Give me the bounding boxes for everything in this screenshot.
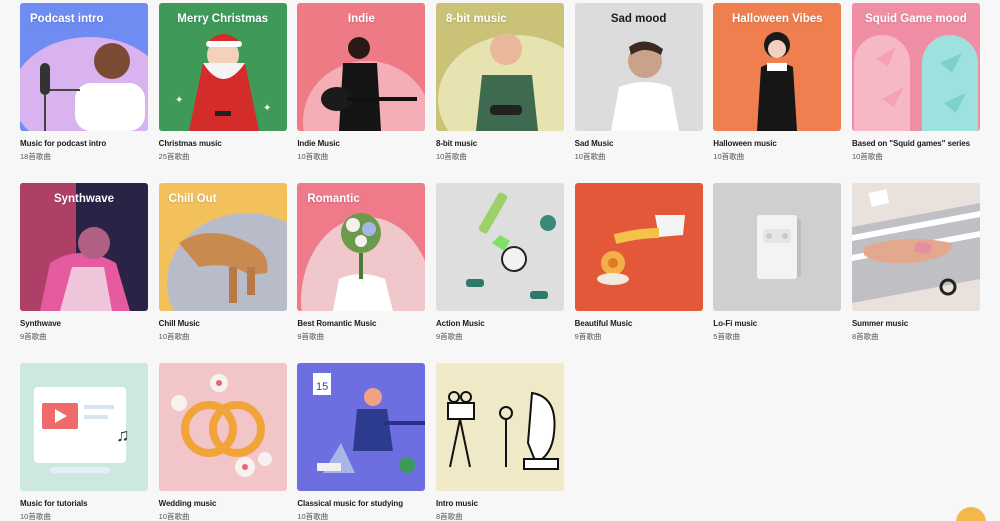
cover-title: Synthwave bbox=[53, 193, 115, 205]
song-count: 5首歌曲 bbox=[713, 332, 740, 341]
playlist-cover[interactable]: 8-bit music bbox=[435, 3, 564, 131]
playlist-card[interactable]: ✦ ✦ Merry Christmas Christmas music 25首歌… bbox=[158, 3, 287, 183]
cover-title: Halloween Vibes bbox=[732, 13, 823, 25]
svg-text:✦: ✦ bbox=[175, 95, 183, 106]
playlist-cover[interactable]: Synthwave bbox=[20, 183, 148, 311]
song-count: 10首歌曲 bbox=[713, 152, 745, 161]
song-count: 8首歌曲 bbox=[851, 332, 879, 341]
playlist-name[interactable]: Music for podcast intro bbox=[20, 139, 148, 148]
song-count: 25首歌曲 bbox=[158, 152, 190, 161]
playlist-card[interactable]: Indie Indie Music 10首歌曲 bbox=[297, 3, 426, 183]
playlist-cover[interactable] bbox=[713, 183, 842, 311]
playlist-name[interactable]: Summer music bbox=[852, 319, 980, 328]
classical-cover-art: 15 bbox=[297, 363, 426, 491]
playlist-name[interactable]: Action Music bbox=[436, 319, 564, 328]
cover-title: Sad mood bbox=[610, 13, 667, 25]
playlist-cover[interactable] bbox=[158, 363, 287, 491]
playlist-name[interactable]: Halloween music bbox=[713, 139, 841, 148]
song-count: 10首歌曲 bbox=[158, 332, 190, 341]
playlist-card[interactable]: Synthwave Synthwave 9首歌曲 bbox=[20, 183, 148, 363]
song-count: 10首歌曲 bbox=[851, 152, 883, 161]
svg-text:♫: ♫ bbox=[116, 425, 130, 445]
playlist-cover[interactable]: Chill Out bbox=[158, 183, 287, 311]
playlist-card[interactable]: Sad mood Sad Music 10首歌曲 bbox=[574, 3, 703, 183]
playlist-card[interactable]: Wedding music 10首歌曲 bbox=[158, 363, 287, 521]
playlist-name[interactable]: Wedding music bbox=[159, 499, 287, 508]
song-count: 8首歌曲 bbox=[435, 512, 463, 521]
playlist-cover[interactable]: 15 bbox=[297, 363, 426, 491]
playlist-grid: Podcast intro Music for podcast intro 18… bbox=[20, 3, 980, 521]
playlist-card[interactable]: ♫ Music for tutorials 10首歌曲 bbox=[20, 363, 148, 521]
playlist-cover[interactable]: Indie bbox=[297, 3, 426, 131]
svg-text:15: 15 bbox=[316, 381, 328, 393]
beautiful-cover-art bbox=[574, 183, 703, 311]
playlist-card[interactable]: Summer music 8首歌曲 bbox=[851, 183, 980, 363]
playlist-cover[interactable]: Sad mood bbox=[574, 3, 703, 131]
song-count: 10首歌曲 bbox=[297, 152, 329, 161]
playlist-card[interactable]: 15 Classical music for studying 10首歌曲 bbox=[297, 363, 426, 521]
playlist-name[interactable]: Chill Music bbox=[159, 319, 287, 328]
cover-title: Podcast intro bbox=[30, 13, 104, 25]
playlist-name[interactable]: Christmas music bbox=[159, 139, 287, 148]
tutorials-cover-art: ♫ bbox=[20, 363, 148, 491]
song-count: 10首歌曲 bbox=[20, 512, 51, 521]
playlist-name[interactable]: Classical music for studying bbox=[297, 499, 425, 508]
playlist-cover[interactable] bbox=[574, 183, 703, 311]
playlist-name[interactable]: Indie Music bbox=[297, 139, 425, 148]
playlist-card[interactable]: Podcast intro Music for podcast intro 18… bbox=[20, 3, 148, 183]
playlist-cover[interactable]: Halloween Vibes bbox=[713, 3, 842, 131]
playlist-name[interactable]: Music for tutorials bbox=[20, 499, 148, 508]
playlist-cover[interactable] bbox=[851, 183, 980, 311]
song-count: 9首歌曲 bbox=[574, 332, 602, 341]
playlist-card[interactable]: Beautiful Music 9首歌曲 bbox=[574, 183, 703, 363]
cover-title: Indie bbox=[347, 13, 375, 25]
playlist-cover[interactable]: Romantic bbox=[297, 183, 426, 311]
playlist-cover[interactable]: ♫ bbox=[20, 363, 148, 491]
song-count: 9首歌曲 bbox=[297, 332, 324, 341]
playlist-card[interactable]: Halloween Vibes Halloween music 10首歌曲 bbox=[713, 3, 842, 183]
lofi-cover-art bbox=[713, 183, 842, 311]
playlist-cover[interactable]: Squid Game mood bbox=[851, 3, 980, 131]
song-count: 10首歌曲 bbox=[158, 512, 190, 521]
playlist-card[interactable]: Lo-Fi music 5首歌曲 bbox=[713, 183, 842, 363]
intro-cover-art bbox=[435, 363, 564, 491]
playlist-name[interactable]: Based on "Squid games" series bbox=[852, 139, 980, 148]
playlist-card[interactable]: Chill Out Chill Music 10首歌曲 bbox=[158, 183, 287, 363]
playlist-name[interactable]: Lo-Fi music bbox=[713, 319, 841, 328]
summer-cover-art bbox=[851, 183, 980, 311]
cover-title: Chill Out bbox=[168, 193, 217, 205]
action-cover-art bbox=[435, 183, 564, 311]
song-count: 9首歌曲 bbox=[20, 332, 47, 341]
playlist-name[interactable]: Intro music bbox=[436, 499, 564, 508]
playlist-name[interactable]: Synthwave bbox=[20, 319, 148, 328]
playlist-name[interactable]: Beautiful Music bbox=[575, 319, 703, 328]
playlist-cover[interactable] bbox=[435, 363, 564, 491]
playlist-card[interactable]: Intro music 8首歌曲 bbox=[435, 363, 564, 521]
cover-title: Squid Game mood bbox=[865, 13, 967, 25]
svg-text:✦: ✦ bbox=[263, 103, 271, 114]
wedding-cover-art bbox=[158, 363, 287, 491]
cover-title: 8-bit music bbox=[445, 13, 507, 25]
song-count: 10首歌曲 bbox=[574, 152, 606, 161]
playlist-card[interactable]: Romantic Best Romantic Music 9首歌曲 bbox=[297, 183, 426, 363]
song-count: 9首歌曲 bbox=[435, 332, 463, 341]
playlist-card[interactable]: Action Music 9首歌曲 bbox=[435, 183, 564, 363]
cover-title: Romantic bbox=[307, 193, 360, 205]
playlist-cover[interactable] bbox=[435, 183, 564, 311]
song-count: 18首歌曲 bbox=[20, 152, 51, 161]
playlist-card[interactable]: Squid Game mood Based on "Squid games" s… bbox=[851, 3, 980, 183]
playlist-name[interactable]: 8-bit music bbox=[436, 139, 564, 148]
cover-title: Merry Christmas bbox=[177, 13, 269, 25]
playlist-cover[interactable]: ✦ ✦ Merry Christmas bbox=[158, 3, 287, 131]
playlist-card[interactable]: 8-bit music 8-bit music 10首歌曲 bbox=[435, 3, 564, 183]
playlist-cover[interactable]: Podcast intro bbox=[20, 3, 148, 131]
song-count: 10首歌曲 bbox=[435, 152, 467, 161]
playlist-name[interactable]: Best Romantic Music bbox=[297, 319, 425, 328]
playlist-name[interactable]: Sad Music bbox=[575, 139, 703, 148]
song-count: 10首歌曲 bbox=[297, 512, 329, 521]
